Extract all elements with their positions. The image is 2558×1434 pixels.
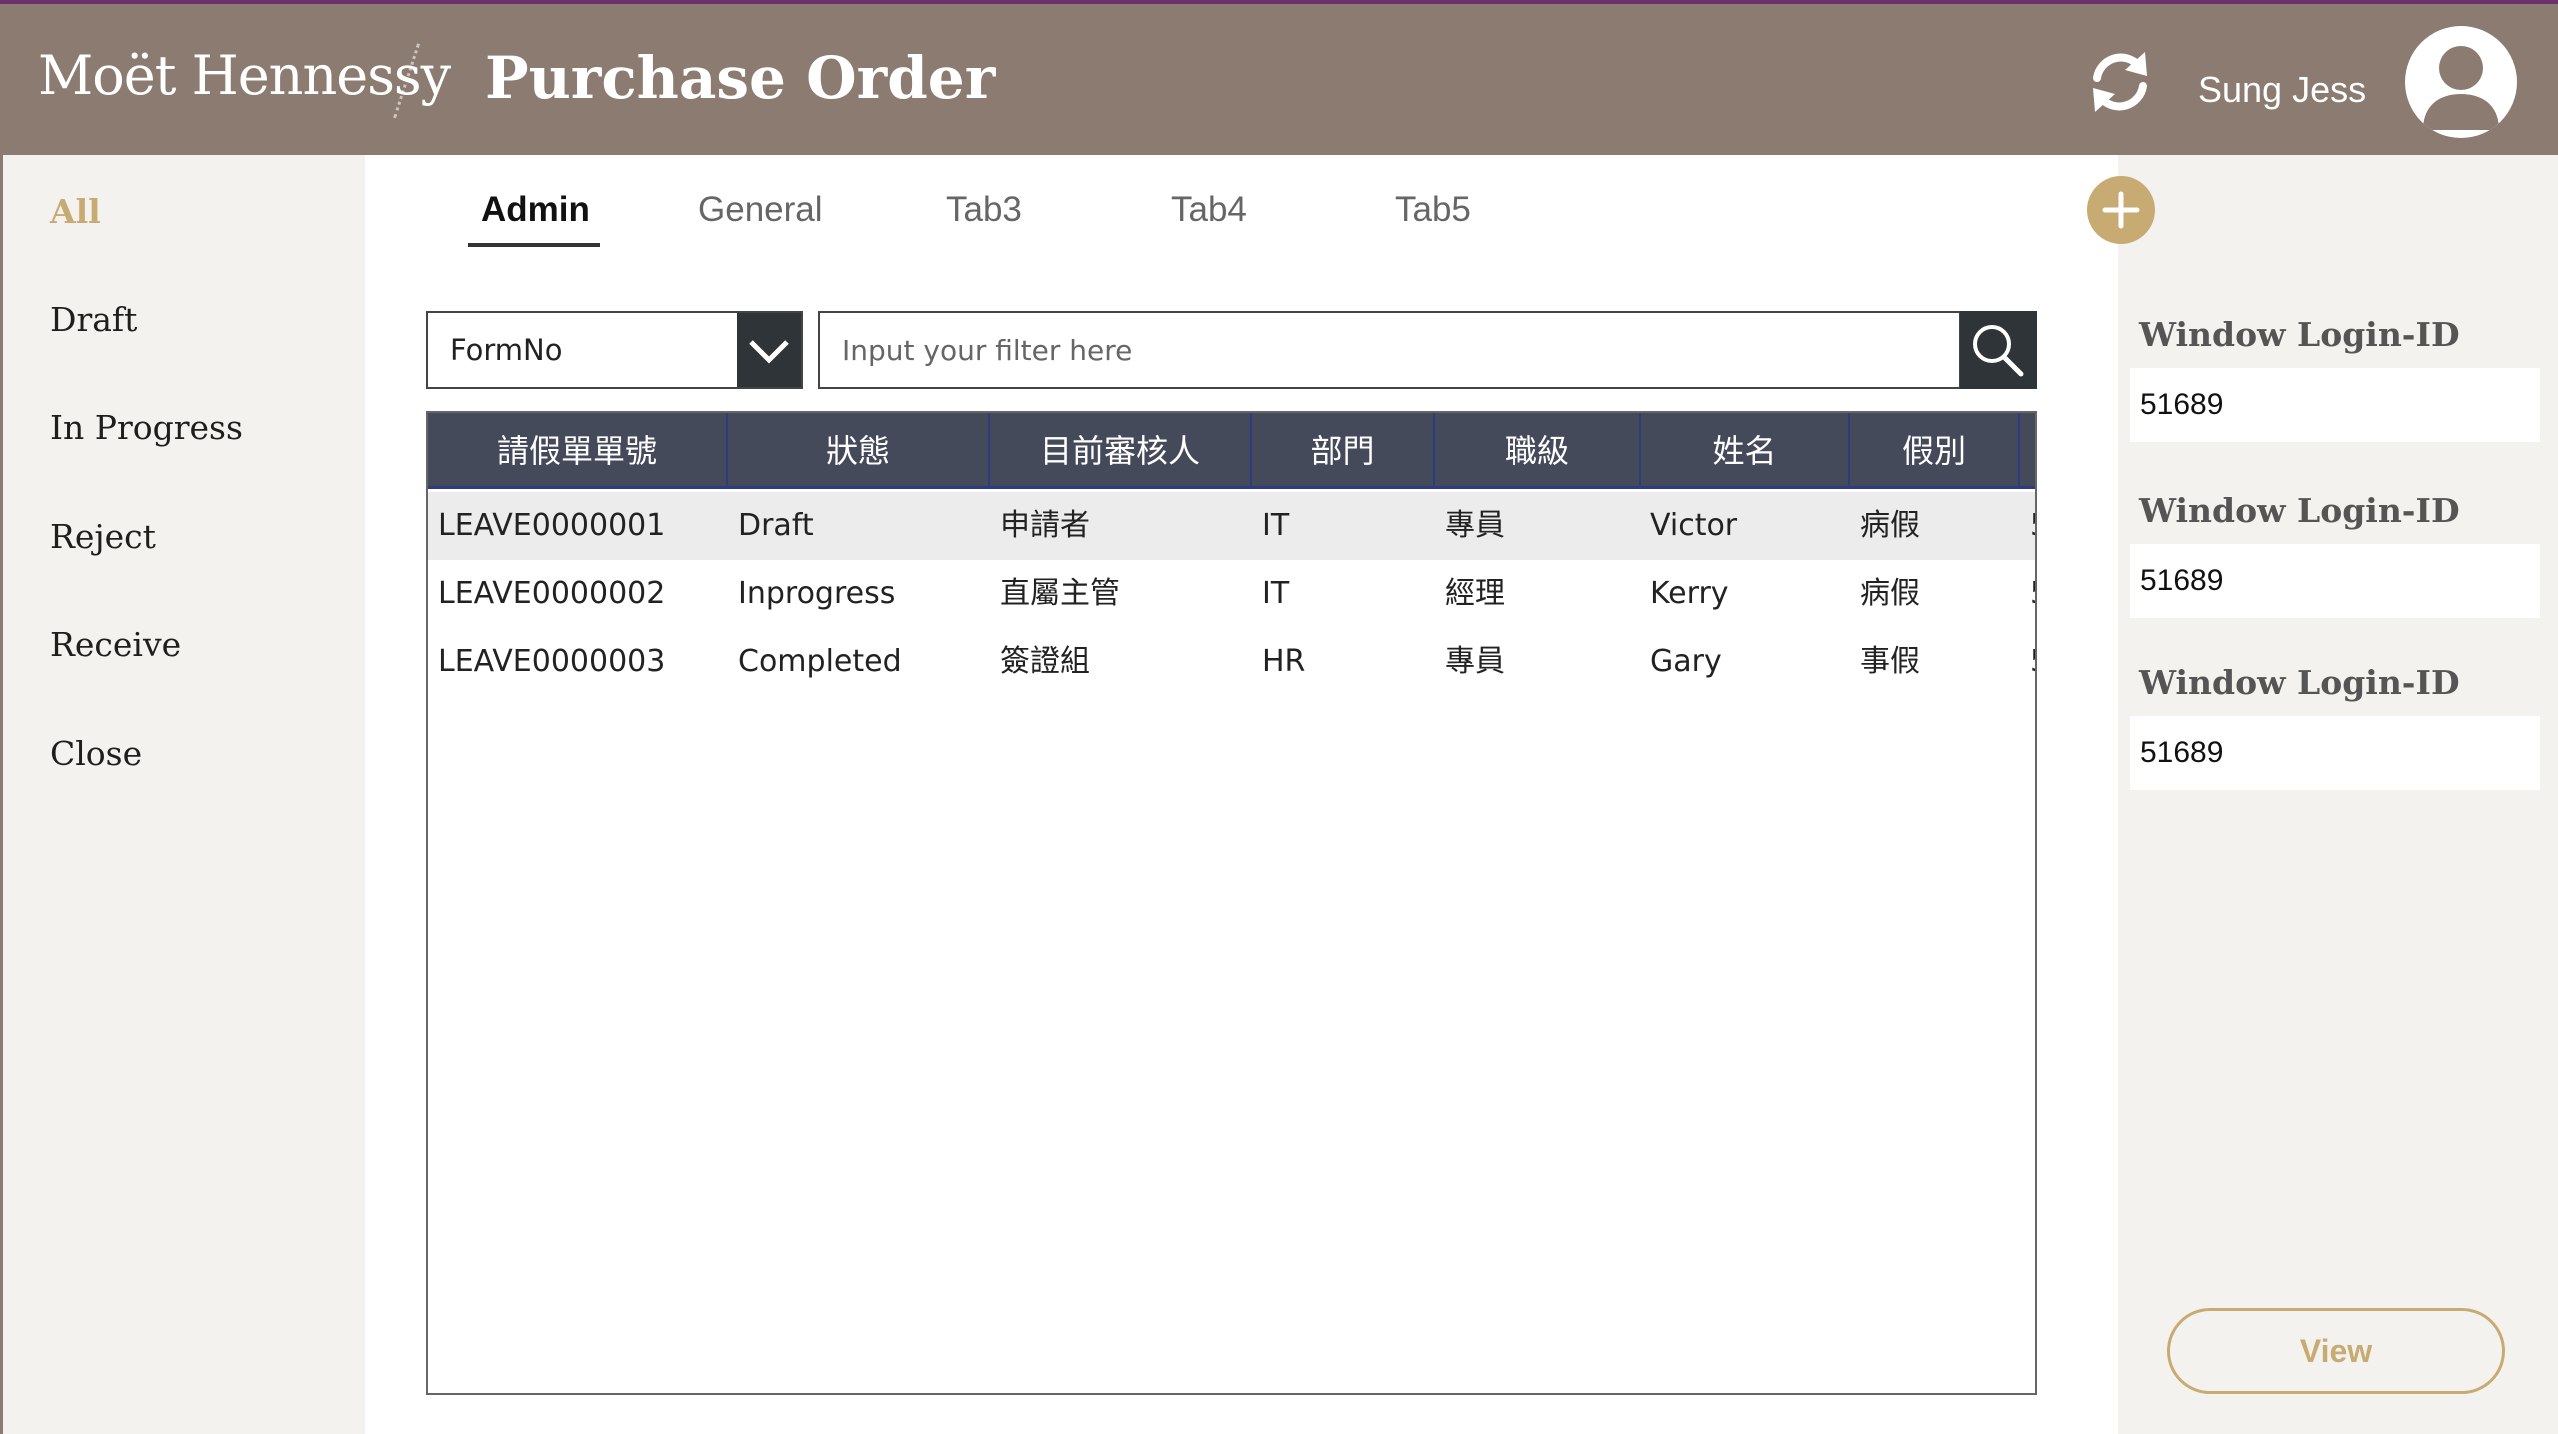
login-id-label: Window Login-ID xyxy=(2139,315,2460,354)
add-icon[interactable] xyxy=(2087,176,2155,244)
table-header: 請假單單號 狀態 目前審核人 部門 職級 姓名 假別 xyxy=(428,413,2035,489)
cell-leave-no: LEAVE0000001 xyxy=(438,508,666,543)
column-header[interactable]: 目前審核人 xyxy=(990,413,1252,489)
filter-field-value: FormNo xyxy=(450,333,563,367)
cell-leave-type: 事假 xyxy=(1860,644,1920,679)
login-id-value[interactable]: 51689 xyxy=(2130,716,2540,790)
login-id-label: Window Login-ID xyxy=(2139,491,2460,530)
leave-table: 請假單單號 狀態 目前審核人 部門 職級 姓名 假別 LEAVE0000001 … xyxy=(426,411,2037,1395)
cell-reviewer: 直屬主管 xyxy=(1000,576,1120,611)
view-button[interactable]: View xyxy=(2167,1308,2505,1394)
refresh-icon[interactable] xyxy=(2083,44,2157,118)
column-header[interactable]: 部門 xyxy=(1252,413,1435,489)
tab-4[interactable]: Tab4 xyxy=(1171,190,1247,230)
user-name[interactable]: Sung Jess xyxy=(2198,69,2366,111)
filter-input[interactable] xyxy=(818,311,1961,389)
cell-rank: 專員 xyxy=(1445,644,1505,679)
cell-name: Victor xyxy=(1650,508,1738,543)
cell-status: Inprogress xyxy=(738,576,896,611)
table-row[interactable]: LEAVE0000001 Draft 申請者 IT 專員 Victor 病假 5 xyxy=(428,492,2035,560)
tab-admin[interactable]: Admin xyxy=(481,190,590,230)
app-header: Moët Hennessy Purchase Order Sung Jess xyxy=(0,0,2558,155)
cell-name: Kerry xyxy=(1650,576,1729,611)
table-row[interactable]: LEAVE0000003 Completed 簽證組 HR 專員 Gary 事假… xyxy=(428,628,2035,696)
cell-overflow: 5 xyxy=(2030,492,2035,560)
cell-reviewer: 申請者 xyxy=(1000,508,1090,543)
cell-department: IT xyxy=(1262,508,1290,543)
column-header[interactable]: 請假單單號 xyxy=(428,413,728,489)
sidebar-item-draft[interactable]: Draft xyxy=(50,300,137,339)
login-id-label: Window Login-ID xyxy=(2139,663,2460,702)
page-title: Purchase Order xyxy=(485,44,996,112)
column-header[interactable]: 假別 xyxy=(1850,413,2020,489)
login-id-value[interactable]: 51689 xyxy=(2130,544,2540,618)
chevron-down-icon[interactable] xyxy=(737,313,801,387)
sidebar-item-receive[interactable]: Receive xyxy=(50,625,181,664)
column-header[interactable]: 狀態 xyxy=(728,413,990,489)
cell-rank: 專員 xyxy=(1445,508,1505,543)
column-header[interactable]: 姓名 xyxy=(1641,413,1850,489)
table-row[interactable]: LEAVE0000002 Inprogress 直屬主管 IT 經理 Kerry… xyxy=(428,560,2035,628)
sidebar-item-close[interactable]: Close xyxy=(50,734,142,773)
cell-overflow: 5 xyxy=(2030,628,2035,696)
cell-overflow: 5 xyxy=(2030,560,2035,628)
cell-leave-no: LEAVE0000003 xyxy=(438,644,666,679)
cell-leave-type: 病假 xyxy=(1860,508,1920,543)
sidebar-item-all[interactable]: All xyxy=(50,192,101,231)
status-sidebar xyxy=(0,155,365,1434)
cell-department: HR xyxy=(1262,644,1306,679)
login-id-value[interactable]: 51689 xyxy=(2130,368,2540,442)
cell-name: Gary xyxy=(1650,644,1722,679)
cell-status: Completed xyxy=(738,644,902,679)
sidebar-item-in-progress[interactable]: In Progress xyxy=(50,408,243,447)
cell-leave-type: 病假 xyxy=(1860,576,1920,611)
cell-status: Draft xyxy=(738,508,814,543)
cell-reviewer: 簽證組 xyxy=(1000,644,1090,679)
cell-rank: 經理 xyxy=(1445,576,1505,611)
brand-logo: Moët Hennessy xyxy=(38,44,451,107)
tab-3[interactable]: Tab3 xyxy=(946,190,1022,230)
cell-department: IT xyxy=(1262,576,1290,611)
cell-leave-no: LEAVE0000002 xyxy=(438,576,666,611)
user-avatar-icon[interactable] xyxy=(2405,26,2517,138)
search-icon[interactable] xyxy=(1960,311,2037,389)
tab-5[interactable]: Tab5 xyxy=(1395,190,1471,230)
active-tab-indicator xyxy=(468,243,600,247)
sidebar-item-reject[interactable]: Reject xyxy=(50,517,156,556)
tab-general[interactable]: General xyxy=(698,190,823,230)
filter-field-select[interactable]: FormNo xyxy=(426,311,803,389)
column-header[interactable]: 職級 xyxy=(1435,413,1641,489)
